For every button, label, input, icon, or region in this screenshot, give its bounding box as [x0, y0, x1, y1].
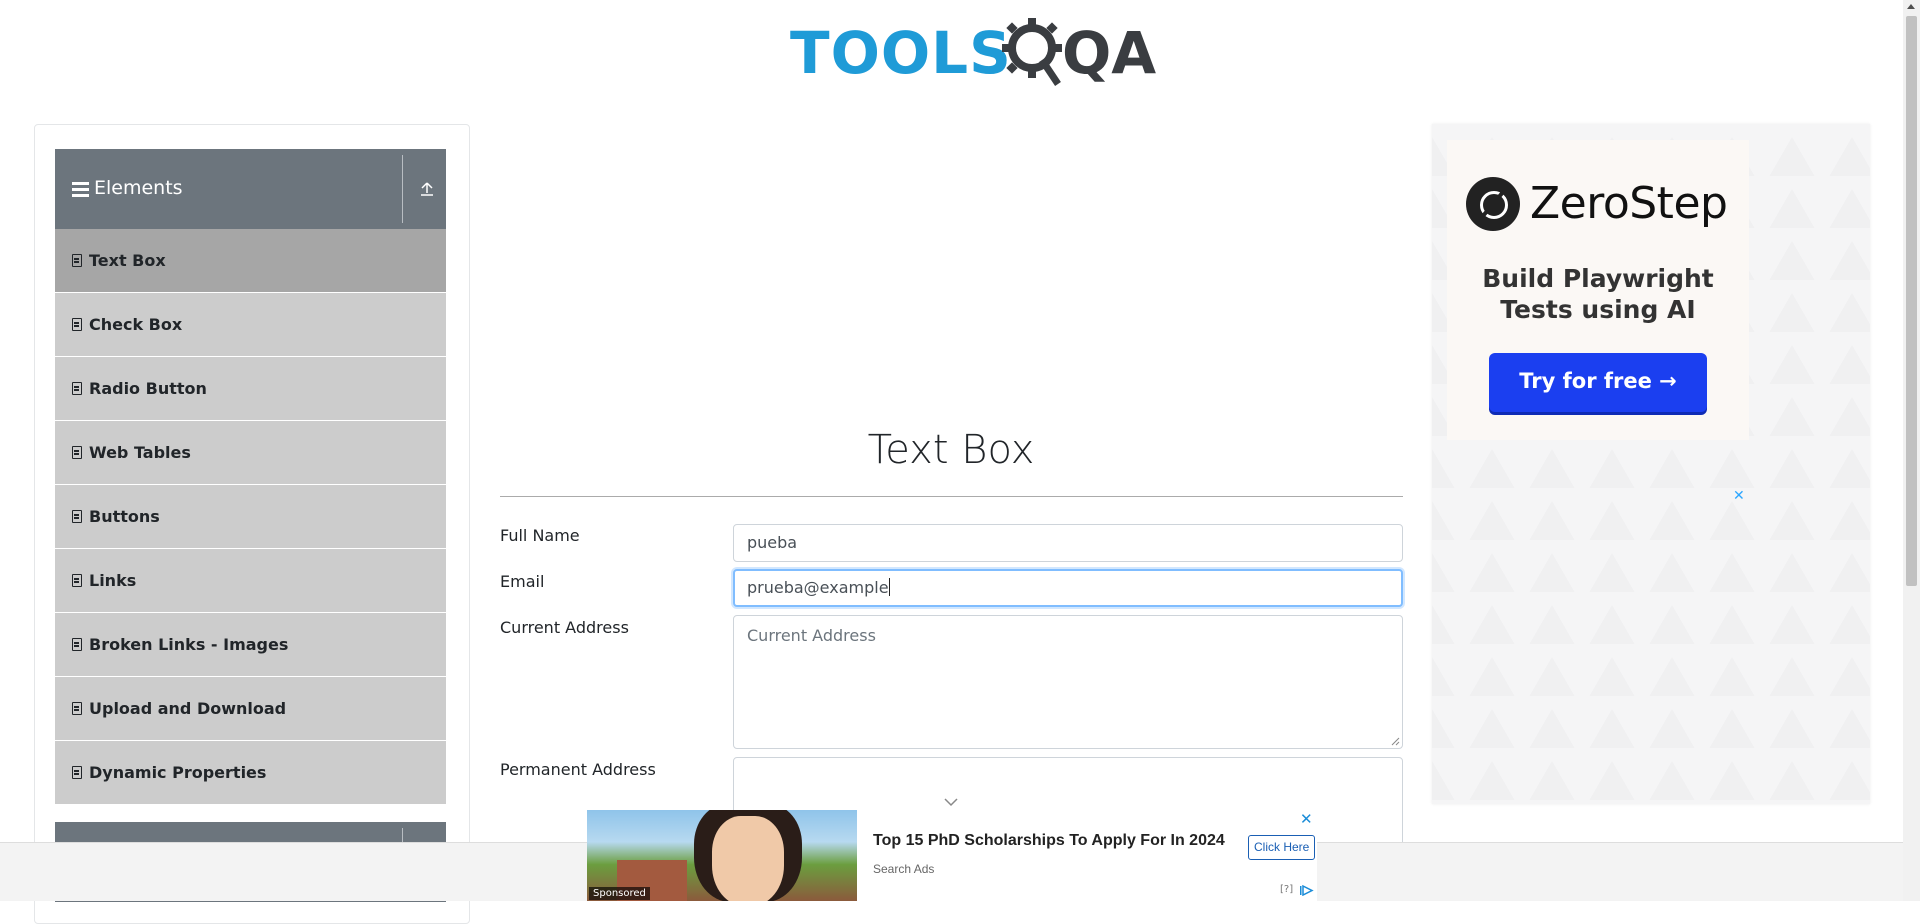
sidebar-item-label: Dynamic Properties: [89, 763, 267, 782]
ad-info-link[interactable]: [?]: [1280, 884, 1293, 895]
close-icon[interactable]: ✕: [1733, 488, 1745, 504]
document-icon: [72, 638, 82, 651]
chevron-down-icon[interactable]: [944, 797, 958, 807]
sidebar-item-label: Broken Links - Images: [89, 635, 289, 654]
sidebar-item-label: Links: [89, 571, 137, 590]
document-icon: [72, 766, 82, 779]
sidebar-item-text-box[interactable]: Text Box: [55, 229, 446, 293]
sidebar-item-buttons[interactable]: Buttons: [55, 485, 446, 549]
sidebar-item-check-box[interactable]: Check Box: [55, 293, 446, 357]
sidebar-item-label: Check Box: [89, 315, 183, 334]
hamburger-icon: [72, 182, 89, 197]
email-label: Email: [500, 572, 545, 591]
zerostep-logo-icon: [1466, 177, 1520, 231]
current-address-textarea[interactable]: Current Address: [733, 615, 1403, 749]
current-address-label: Current Address: [500, 618, 629, 637]
ad-placeholder: [500, 124, 1402, 394]
toolsqa-logo[interactable]: TOOLS QA: [790, 14, 1156, 92]
ad-headline: Build Playwright Tests using AI: [1482, 264, 1714, 324]
logo-suffix: QA: [1062, 19, 1157, 87]
logo-gear-icon: [1002, 18, 1062, 86]
document-icon: [72, 446, 82, 459]
full-name-label: Full Name: [500, 526, 580, 545]
sidebar-item-web-tables[interactable]: Web Tables: [55, 421, 446, 485]
document-icon: [72, 254, 82, 267]
zerostep-ad[interactable]: ZeroStep Build Playwright Tests using AI…: [1447, 140, 1749, 440]
close-icon[interactable]: ✕: [1300, 810, 1313, 828]
full-name-value: pueba: [747, 533, 798, 552]
divider: [402, 155, 403, 223]
email-value: prueba@example: [747, 578, 889, 597]
scroll-thumb[interactable]: [1906, 16, 1917, 586]
sidebar-item-label: Radio Button: [89, 379, 207, 398]
sidebar-item-dynamic-properties[interactable]: Dynamic Properties: [55, 741, 446, 805]
sidebar-item-broken-links[interactable]: Broken Links - Images: [55, 613, 446, 677]
click-here-button[interactable]: Click Here: [1248, 835, 1316, 860]
page-title: Text Box: [867, 427, 1035, 473]
resize-grip-icon[interactable]: [1391, 737, 1400, 746]
document-icon: [72, 702, 82, 715]
text-caret: [888, 578, 890, 596]
document-icon: [72, 382, 82, 395]
bottom-ad[interactable]: Sponsored Top 15 PhD Scholarships To App…: [587, 810, 1317, 901]
email-input[interactable]: prueba@example: [733, 569, 1403, 607]
sidebar-item-links[interactable]: Links: [55, 549, 446, 613]
scrollbar[interactable]: [1903, 0, 1920, 901]
document-icon: [72, 510, 82, 523]
adchoices-icon[interactable]: [1300, 885, 1314, 896]
full-name-input[interactable]: pueba: [733, 524, 1403, 562]
bottom-ad-title[interactable]: Top 15 PhD Scholarships To Apply For In …: [873, 832, 1225, 850]
scroll-up-icon[interactable]: [1907, 4, 1915, 9]
ad-brand: ZeroStep: [1530, 178, 1728, 229]
try-for-free-button[interactable]: Try for free →: [1489, 353, 1707, 412]
permanent-address-label: Permanent Address: [500, 760, 656, 779]
document-icon: [72, 574, 82, 587]
current-address-placeholder: Current Address: [747, 626, 876, 645]
elements-group-header[interactable]: Elements: [55, 149, 446, 229]
sponsored-badge: Sponsored: [589, 887, 650, 900]
document-icon: [72, 318, 82, 331]
person-shape: [712, 816, 784, 901]
sidebar-item-label: Web Tables: [89, 443, 191, 462]
site-header: TOOLS QA: [0, 0, 1900, 100]
elements-menu: Text Box Check Box Radio Button Web Tabl…: [55, 229, 446, 805]
sidebar-item-radio-button[interactable]: Radio Button: [55, 357, 446, 421]
group-title: Elements: [94, 177, 183, 199]
sidebar-item-label: Upload and Download: [89, 699, 287, 718]
sidebar-item-label: Buttons: [89, 507, 160, 526]
title-divider: [500, 496, 1403, 497]
sidebar-item-label: Text Box: [89, 251, 166, 270]
collapse-arrow-icon[interactable]: [419, 181, 435, 197]
bottom-ad-source: Search Ads: [873, 862, 935, 876]
logo-text: TOOLS: [790, 19, 1012, 87]
sidebar-item-upload-download[interactable]: Upload and Download: [55, 677, 446, 741]
ad-image[interactable]: Sponsored: [587, 810, 857, 901]
